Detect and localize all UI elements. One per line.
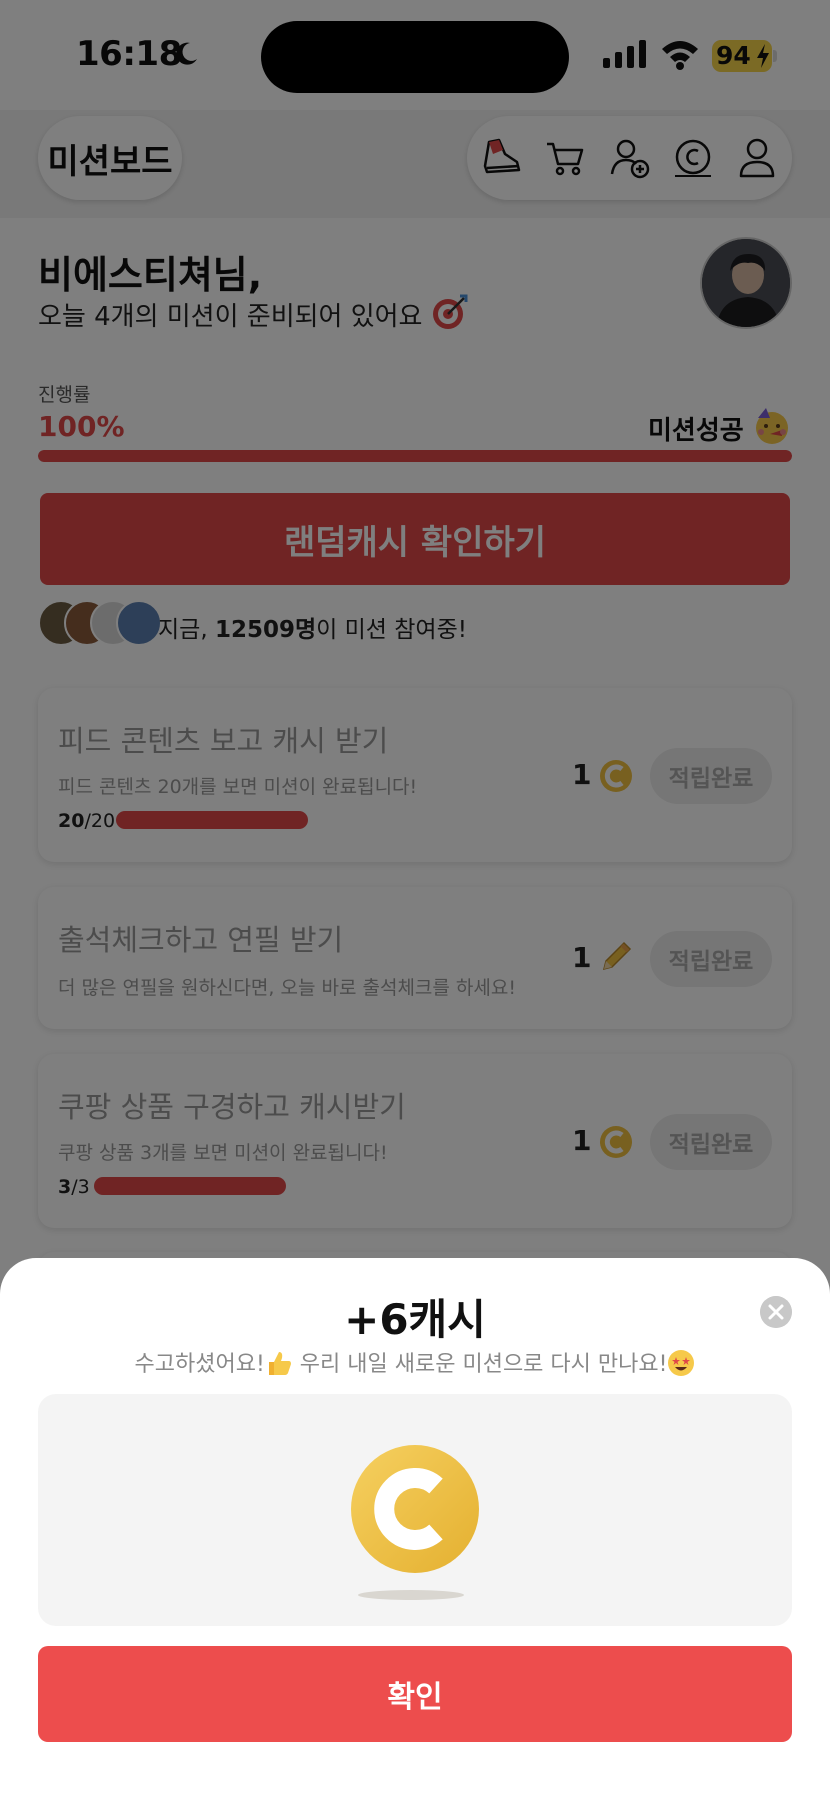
cash-coin-icon (351, 1445, 479, 1573)
reward-coin-panel (38, 1394, 792, 1626)
reward-subtitle-part2: 우리 내일 새로운 미션으로 다시 만나요! (292, 1352, 668, 1377)
confirm-button[interactable]: 확인 (38, 1646, 792, 1742)
close-icon[interactable] (760, 1296, 792, 1328)
star-struck-icon (668, 1350, 695, 1376)
reward-subtitle: 수고하셨어요! 우리 내일 새로운 미션으로 다시 만나요! (0, 1346, 830, 1378)
reward-subtitle-part1: 수고하셨어요! (134, 1352, 265, 1377)
reward-bottom-sheet: +6캐시 수고하셨어요! 우리 내일 새로운 미션으로 다시 만나요! 확인 (0, 1258, 830, 1799)
reward-title: +6캐시 (344, 1295, 486, 1344)
thumbs-up-icon (268, 1352, 291, 1375)
coin-shadow (358, 1590, 464, 1600)
